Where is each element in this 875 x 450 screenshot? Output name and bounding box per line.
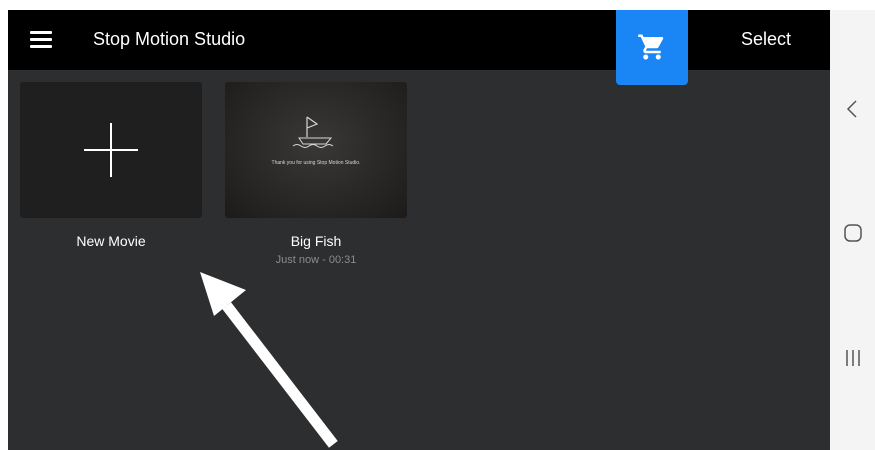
thumbnail-caption: Thank you for using Stop Motion Studio.	[271, 160, 361, 166]
app-window: Stop Motion Studio Select New Movie Than…	[8, 10, 830, 450]
select-button[interactable]: Select	[741, 29, 791, 50]
home-icon[interactable]	[842, 222, 864, 244]
hamburger-menu-icon[interactable]	[30, 31, 52, 49]
menu-bar-line	[30, 38, 52, 41]
back-icon[interactable]	[842, 98, 864, 120]
movie-title: Big Fish	[290, 233, 342, 249]
device-screen: Stop Motion Studio Select New Movie Than…	[0, 0, 875, 450]
new-movie-tile[interactable]	[20, 82, 202, 218]
shopping-cart-icon	[638, 34, 664, 60]
top-app-bar: Stop Motion Studio Select	[8, 10, 830, 85]
app-title: Stop Motion Studio	[93, 29, 246, 49]
store-button[interactable]	[616, 10, 688, 85]
boat-logo-icon	[292, 116, 334, 148]
new-movie-label: New Movie	[76, 233, 146, 249]
movie-metadata: Just now - 00:31	[275, 254, 357, 266]
pointer-arrow-annotation	[200, 272, 338, 448]
menu-bar-line	[30, 31, 52, 34]
menu-bar-line	[30, 45, 52, 48]
movie-thumbnail[interactable]: Thank you for using Stop Motion Studio.	[225, 82, 407, 218]
system-navigation-bar	[830, 10, 875, 450]
recents-icon[interactable]	[842, 347, 864, 369]
plus-icon	[84, 123, 138, 177]
